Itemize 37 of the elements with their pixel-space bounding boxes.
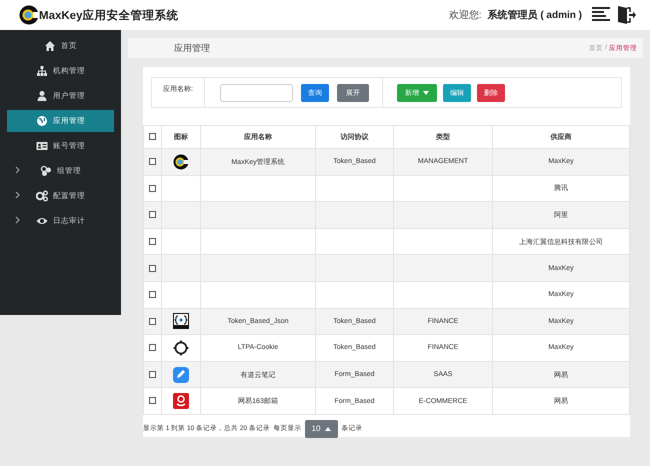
user-icon [36, 90, 48, 102]
select-all-checkbox[interactable] [149, 133, 156, 140]
row-checkbox[interactable] [149, 318, 156, 325]
ring-icon [173, 340, 189, 356]
chevron-icon [15, 191, 20, 199]
row-checkbox[interactable] [149, 158, 156, 166]
user-name: 系统管理员 ( admin ) [488, 8, 582, 22]
row-checkbox[interactable] [149, 344, 156, 352]
globe-icon [36, 115, 48, 127]
chevron-icon [15, 166, 20, 174]
logo-icon [19, 5, 39, 25]
menu-icon[interactable] [592, 7, 610, 23]
logout-icon[interactable] [616, 5, 636, 25]
logo-icon [173, 154, 189, 170]
gears-icon [36, 190, 48, 202]
sitemap-icon [36, 64, 48, 76]
caret-icon [423, 90, 429, 94]
row-checkbox[interactable] [149, 184, 156, 192]
note-app-icon [173, 366, 189, 383]
json-icon [173, 313, 189, 330]
circles-icon [40, 164, 52, 176]
mail-app-icon [173, 393, 189, 410]
app-title: MaxKey应用安全管理系统 [39, 8, 178, 22]
caret-icon [325, 426, 332, 431]
id-card-icon [36, 140, 48, 152]
row-checkbox[interactable] [149, 211, 156, 218]
row-checkbox[interactable] [149, 238, 156, 245]
row-checkbox[interactable] [149, 370, 156, 378]
home-icon [44, 40, 56, 52]
row-checkbox[interactable] [149, 291, 156, 298]
welcome-text: 欢迎您: [448, 8, 482, 22]
chevron-icon [15, 216, 20, 224]
app-name-field[interactable] [220, 84, 293, 102]
page-title: 应用管理 [174, 42, 210, 54]
row-checkbox[interactable] [149, 397, 156, 404]
row-checkbox[interactable] [149, 264, 156, 272]
page-size-dropdown[interactable]: 10 [304, 420, 338, 438]
